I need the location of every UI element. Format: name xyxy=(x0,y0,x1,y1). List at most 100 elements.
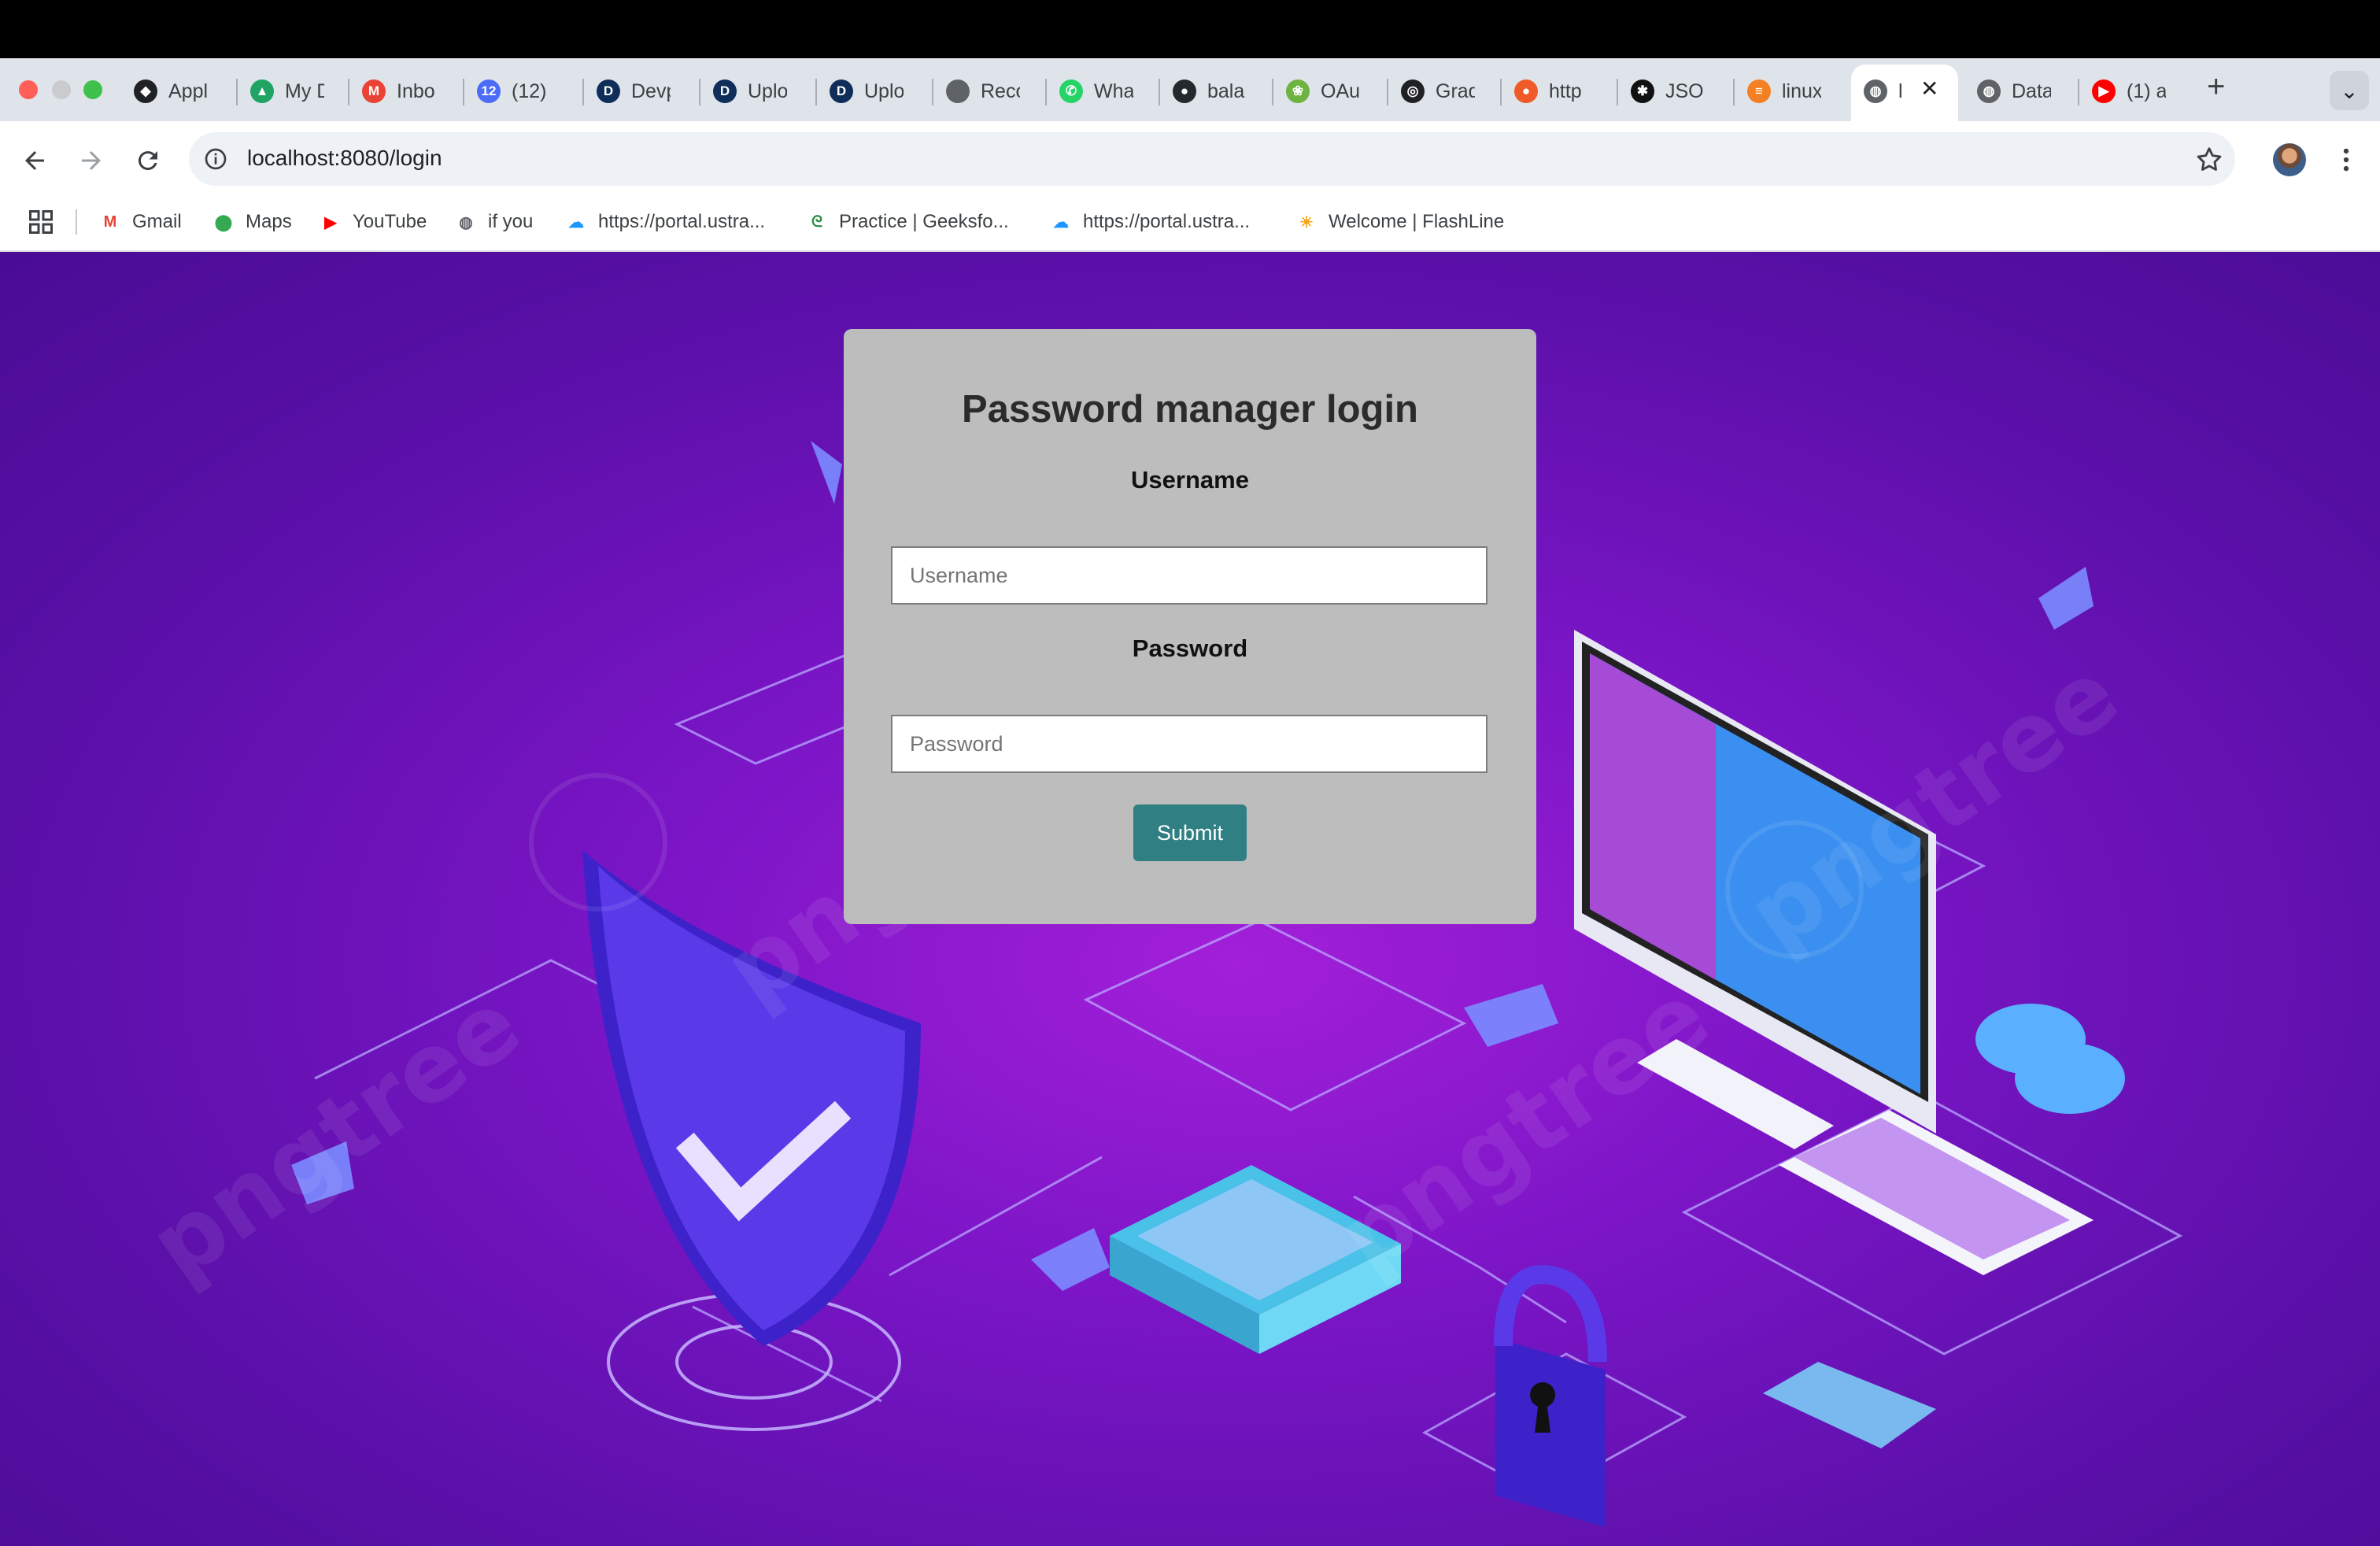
tab-label: My D xyxy=(285,80,324,102)
bookmark-label: https://portal.ustra... xyxy=(1083,211,1251,232)
reload-icon[interactable] xyxy=(134,146,162,175)
maps-pin-icon: ⬤ xyxy=(214,213,233,231)
bookmark-label: Practice | Geeksfo... xyxy=(839,211,1009,232)
tab-separator xyxy=(582,79,584,105)
tab-4[interactable]: D Devp xyxy=(597,68,671,115)
tab-1[interactable]: ▲ My D xyxy=(250,68,324,115)
close-tab-icon[interactable]: ✕ xyxy=(1920,76,1938,102)
avatar[interactable] xyxy=(2273,143,2306,176)
tab-label: Data xyxy=(2012,80,2051,102)
forward-arrow-icon[interactable] xyxy=(77,146,105,175)
bookmark-star-icon[interactable] xyxy=(2194,145,2224,175)
tab-separator xyxy=(1159,79,1160,105)
geeksforgeeks-icon: ᘓ xyxy=(811,213,823,231)
tab-10[interactable]: ❀ OAut xyxy=(1286,68,1360,115)
tab-label: (12) xyxy=(512,80,547,102)
sun-icon: ☀ xyxy=(1299,213,1314,231)
globe-icon: ◍ xyxy=(1977,80,2001,103)
bookmark-label: https://portal.ustra... xyxy=(598,211,766,232)
gmail-icon: M xyxy=(103,213,117,231)
new-tab-button[interactable]: + xyxy=(2207,69,2225,105)
tab-6[interactable]: D Uplo xyxy=(830,68,904,115)
whatsapp-icon: ✆ xyxy=(1059,80,1083,103)
watermark-text: pngtree xyxy=(131,970,540,1302)
bookmark-item[interactable]: ◍ if you xyxy=(455,206,533,238)
notification-icon: 12 xyxy=(477,80,501,103)
postman-icon: ● xyxy=(1514,80,1538,103)
tab-label: Appl xyxy=(168,80,208,102)
tab-15[interactable]: ◍ l xyxy=(1864,68,1908,115)
chevron-down-icon: ⌄ xyxy=(2340,78,2359,103)
username-input[interactable] xyxy=(891,546,1488,605)
tab-label: Wha xyxy=(1094,80,1133,102)
tab-separator xyxy=(236,79,238,105)
tab-separator xyxy=(699,79,700,105)
tab-separator xyxy=(1045,79,1047,105)
tab-label: Reco xyxy=(981,80,1020,102)
address-bar[interactable] xyxy=(189,132,2235,186)
url-text[interactable]: localhost:8080/login xyxy=(247,146,442,171)
gmail-icon: M xyxy=(362,80,386,103)
bookmark-item[interactable]: ☁ https://portal.ustra... xyxy=(1050,206,1250,238)
maximize-window-button[interactable] xyxy=(83,80,102,99)
github-icon: ● xyxy=(1173,80,1196,103)
tab-separator xyxy=(1733,79,1735,105)
d-icon: D xyxy=(597,80,620,103)
more-menu-icon[interactable] xyxy=(2331,145,2361,175)
tab-16[interactable]: ◍ Data xyxy=(1977,68,2051,115)
bookmark-item[interactable]: ☁ https://portal.ustra... xyxy=(565,206,765,238)
d-icon: D xyxy=(713,80,737,103)
tab-separator xyxy=(1272,79,1273,105)
tab-7[interactable]: Reco xyxy=(946,68,1020,115)
site-info-icon[interactable] xyxy=(203,146,228,172)
password-input[interactable] xyxy=(891,715,1488,773)
tab-13[interactable]: ✱ JSO xyxy=(1631,68,1705,115)
globe-icon: ◍ xyxy=(459,213,473,231)
stackoverflow-icon: ≡ xyxy=(1747,80,1771,103)
apps-grid-icon[interactable] xyxy=(27,208,55,236)
tab-label: Inbo xyxy=(397,80,435,102)
drive-icon: ▲ xyxy=(250,80,274,103)
youtube-icon: ▶ xyxy=(324,213,337,231)
submit-button[interactable]: Submit xyxy=(1133,804,1247,861)
tab-9[interactable]: ● bala xyxy=(1173,68,1247,115)
tab-label: bala xyxy=(1207,80,1245,102)
close-window-button[interactable] xyxy=(19,80,38,99)
tab-separator xyxy=(1387,79,1388,105)
tab-0[interactable]: ◆ Appl xyxy=(134,68,208,115)
tab-5[interactable]: D Uplo xyxy=(713,68,787,115)
openai-icon: ◎ xyxy=(1401,80,1425,103)
tab-label: linux xyxy=(1782,80,1821,102)
bookmark-label: if you xyxy=(488,211,534,232)
bookmark-item[interactable]: ⬤ Maps xyxy=(213,206,292,238)
json-icon: ✱ xyxy=(1631,80,1654,103)
bookmark-item[interactable]: M Gmail xyxy=(99,206,182,238)
shield-icon: ◆ xyxy=(134,80,157,103)
bookmark-label: Welcome | FlashLine xyxy=(1329,211,1505,232)
minimize-window-button[interactable] xyxy=(52,80,71,99)
tab-search-button[interactable]: ⌄ xyxy=(2330,71,2369,110)
tab-3[interactable]: 12 (12) xyxy=(477,68,551,115)
tab-label: JSO xyxy=(1665,80,1704,102)
tab-label: Uplo xyxy=(864,80,904,102)
bookmark-item[interactable]: ᘓ Practice | Geeksfo... xyxy=(806,206,1009,238)
apple-icon xyxy=(946,80,970,103)
page-title: Password manager login xyxy=(962,388,1418,431)
tab-separator xyxy=(1500,79,1502,105)
tab-11[interactable]: ◎ Grad xyxy=(1401,68,1475,115)
cloud-icon: ☁ xyxy=(568,213,584,231)
tab-8[interactable]: ✆ Wha xyxy=(1059,68,1133,115)
tab-17[interactable]: ▶ (1) a xyxy=(2092,68,2166,115)
tab-2[interactable]: M Inbo xyxy=(362,68,436,115)
tab-label: http xyxy=(1549,80,1582,102)
tab-14[interactable]: ≡ linux xyxy=(1747,68,1821,115)
back-arrow-icon[interactable] xyxy=(20,146,49,175)
tab-label: (1) a xyxy=(2127,80,2166,102)
bookmark-item[interactable]: ☀ Welcome | FlashLine xyxy=(1295,206,1504,238)
bookmark-label: Gmail xyxy=(132,211,182,232)
tab-label: Uplo xyxy=(748,80,787,102)
tab-12[interactable]: ● http xyxy=(1514,68,1588,115)
tab-separator xyxy=(348,79,349,105)
tab-separator xyxy=(932,79,933,105)
bookmark-item[interactable]: ▶ YouTube xyxy=(320,206,427,238)
